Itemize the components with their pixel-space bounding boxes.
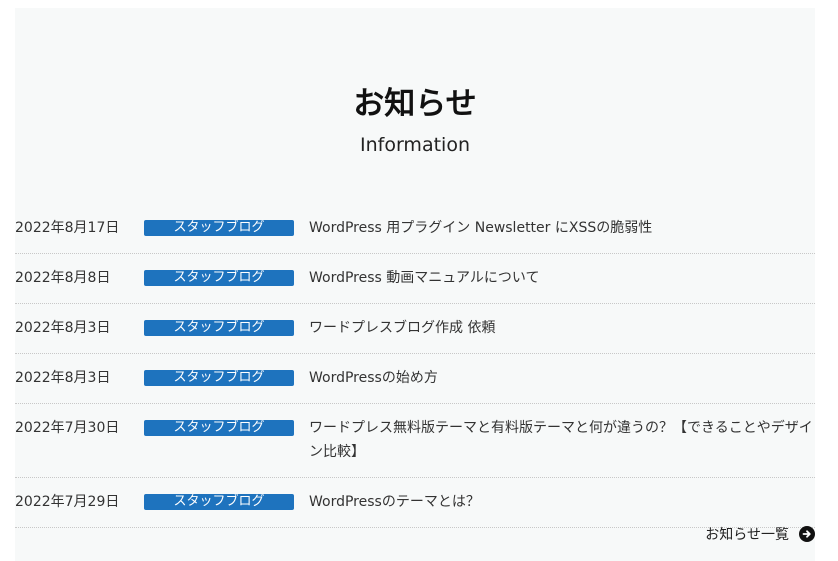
news-list: 2022年8月17日 スタッフブログ WordPress 用プラグイン News… [15, 204, 815, 528]
news-item[interactable]: 2022年8月8日 スタッフブログ WordPress 動画マニュアルについて [15, 254, 815, 304]
news-item[interactable]: 2022年8月3日 スタッフブログ WordPressの始め方 [15, 354, 815, 404]
arrow-circle-right-icon[interactable] [799, 526, 815, 542]
news-date: 2022年8月3日 [15, 370, 111, 386]
section-title: お知らせ [353, 86, 477, 122]
category-badge[interactable]: スタッフブログ [144, 420, 294, 436]
news-section: お知らせ Information 2022年8月17日 スタッフブログ Word… [15, 8, 815, 561]
news-title-link[interactable]: WordPressの始め方 [309, 366, 815, 390]
news-date: 2022年8月3日 [15, 320, 111, 336]
news-item[interactable]: 2022年8月17日 スタッフブログ WordPress 用プラグイン News… [15, 204, 815, 254]
news-title-link[interactable]: WordPress 動画マニュアルについて [309, 266, 815, 290]
news-item[interactable]: 2022年8月3日 スタッフブログ ワードプレスブログ作成 依頼 [15, 304, 815, 354]
news-date: 2022年8月17日 [15, 220, 120, 236]
category-badge[interactable]: スタッフブログ [144, 494, 294, 510]
news-date: 2022年7月29日 [15, 494, 120, 510]
section-subtitle: Information [360, 134, 470, 156]
category-badge[interactable]: スタッフブログ [144, 220, 294, 236]
news-archive-link[interactable]: お知らせ一覧 [705, 524, 815, 544]
news-item[interactable]: 2022年7月30日 スタッフブログ ワードプレス無料版テーマと有料版テーマと何… [15, 404, 815, 478]
category-badge[interactable]: スタッフブログ [144, 270, 294, 286]
news-archive-label[interactable]: お知らせ一覧 [705, 524, 789, 544]
news-date: 2022年7月30日 [15, 420, 120, 436]
news-title-link[interactable]: ワードプレスブログ作成 依頼 [309, 316, 815, 340]
news-title-link[interactable]: ワードプレス無料版テーマと有料版テーマと何が違うの？【できることやデザイン比較】 [309, 416, 815, 464]
news-date: 2022年8月8日 [15, 270, 111, 286]
news-item[interactable]: 2022年7月29日 スタッフブログ WordPressのテーマとは？ [15, 478, 815, 528]
category-badge[interactable]: スタッフブログ [144, 320, 294, 336]
category-badge[interactable]: スタッフブログ [144, 370, 294, 386]
news-title-link[interactable]: WordPressのテーマとは？ [309, 490, 815, 514]
news-title-link[interactable]: WordPress 用プラグイン Newsletter にXSSの脆弱性 [309, 216, 815, 240]
